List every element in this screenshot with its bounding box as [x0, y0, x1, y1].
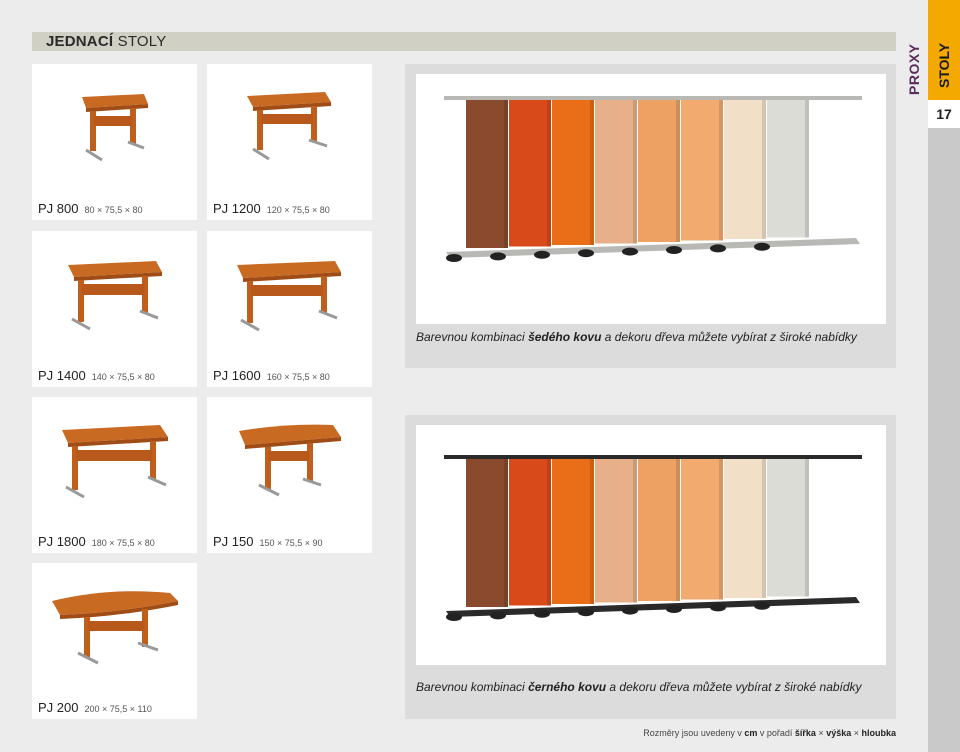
decor-sample: [681, 100, 723, 241]
decor-sample-edge: [633, 100, 637, 244]
decor-sample-edge: [504, 459, 508, 607]
category-side-tab: STOLY 17: [928, 0, 960, 752]
grey-metal-decor-panel: Barevnou kombinaci šedého kovu a dekoru …: [405, 64, 896, 368]
decor-sample: [681, 459, 723, 600]
product-card-pj1400: PJ 1400 140 × 75,5 × 80: [32, 231, 197, 387]
frame-foot: [754, 242, 770, 251]
frame-foot: [490, 611, 506, 620]
frame-foot: [622, 606, 638, 615]
decor-sample: [595, 100, 637, 244]
product-label: PJ 200 200 × 75,5 × 110: [38, 700, 152, 715]
decor-sample: [509, 459, 551, 606]
decor-sample: [466, 459, 508, 607]
decor-sample-edge: [719, 100, 723, 241]
frame-foot: [534, 609, 550, 618]
decor-sample-edge: [590, 459, 594, 604]
frame-foot: [710, 244, 726, 253]
decor-image: [416, 425, 886, 665]
decor-sample-edge: [676, 459, 680, 601]
frame-foot: [666, 246, 682, 254]
product-label: PJ 1200 120 × 75,5 × 80: [213, 201, 330, 216]
decor-sample-edge: [805, 459, 809, 597]
product-card-pj800: PJ 800 80 × 75,5 × 80: [32, 64, 197, 220]
decor-sample: [767, 459, 809, 597]
decor-sample-edge: [719, 459, 723, 600]
frame-foot: [578, 249, 594, 258]
product-card-pj1200: PJ 1200 120 × 75,5 × 80: [207, 64, 372, 220]
frame-foot: [534, 250, 550, 259]
decor-sample: [509, 100, 551, 247]
frame-foot: [446, 613, 462, 621]
frame-foot: [446, 254, 462, 262]
decor-sample: [466, 100, 508, 248]
category-tab: STOLY: [928, 0, 960, 100]
product-card-pj150: PJ 150 150 × 75,5 × 90: [207, 397, 372, 553]
table-image: [52, 591, 178, 665]
frame-foot: [710, 603, 726, 612]
frame-foot: [754, 601, 770, 610]
decor-sample-edge: [547, 100, 551, 247]
dimensions-footnote: Rozměry jsou uvedeny v cm v pořadí šířka…: [643, 728, 896, 738]
decor-sample-edge: [504, 100, 508, 248]
decor-sample-edge: [676, 100, 680, 242]
decor-samples-graphic: [444, 455, 862, 621]
table-image: [237, 261, 341, 332]
decor-image: [416, 74, 886, 324]
decor-sample-edge: [547, 459, 551, 606]
decor-sample: [638, 459, 680, 601]
decor-sample-edge: [762, 459, 766, 598]
decor-sample: [724, 100, 766, 239]
section-title-bar: JEDNACÍ STOLY: [32, 32, 896, 51]
decor-sample: [638, 100, 680, 242]
product-label: PJ 150 150 × 75,5 × 90: [213, 534, 323, 549]
product-label: PJ 800 80 × 75,5 × 80: [38, 201, 143, 216]
table-image: [247, 92, 331, 161]
table-image: [62, 425, 168, 499]
frame-foot: [578, 608, 594, 617]
panel-caption: Barevnou kombinaci černého kovu a dekoru…: [416, 680, 862, 694]
brand-tab: PROXY: [906, 43, 922, 95]
decor-samples-graphic: [444, 96, 862, 262]
black-metal-decor-panel: Barevnou kombinaci černého kovu a dekoru…: [405, 415, 896, 719]
frame-foot: [666, 605, 682, 613]
frame-foot: [622, 247, 638, 256]
decor-sample: [767, 100, 809, 238]
decor-sample: [595, 459, 637, 603]
decor-sample: [724, 459, 766, 598]
section-title: JEDNACÍ STOLY: [46, 33, 167, 50]
decor-sample: [552, 459, 594, 604]
frame-top-rail: [444, 96, 862, 100]
product-card-pj1800: PJ 1800 180 × 75,5 × 80: [32, 397, 197, 553]
decor-sample-edge: [762, 100, 766, 239]
panel-caption: Barevnou kombinaci šedého kovu a dekoru …: [416, 330, 857, 344]
frame-foot: [490, 252, 506, 261]
decor-sample-edge: [805, 100, 809, 238]
table-image: [239, 424, 341, 497]
frame-top-rail: [444, 455, 862, 459]
product-card-pj1600: PJ 1600 160 × 75,5 × 80: [207, 231, 372, 387]
page-number: 17: [928, 100, 960, 128]
product-label: PJ 1400 140 × 75,5 × 80: [38, 368, 155, 383]
table-image: [68, 261, 162, 331]
table-image: [82, 94, 148, 162]
decor-sample-edge: [633, 459, 637, 603]
product-card-pj200: PJ 200 200 × 75,5 × 110: [32, 563, 197, 719]
decor-sample-edge: [590, 100, 594, 245]
product-label: PJ 1600 160 × 75,5 × 80: [213, 368, 330, 383]
product-label: PJ 1800 180 × 75,5 × 80: [38, 534, 155, 549]
decor-sample: [552, 100, 594, 245]
